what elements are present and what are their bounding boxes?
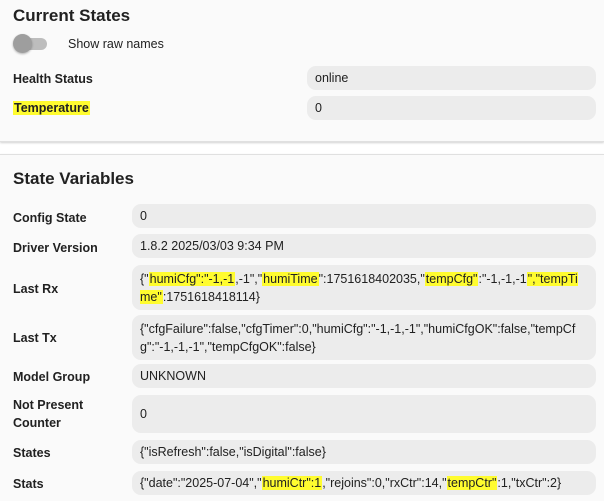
value-health-status: online [307,66,596,90]
row-label-last-tx: Last Tx [13,331,57,345]
value-not-present-counter: 0 [132,395,596,433]
highlight-mark: tempCtr" [446,476,498,490]
highlight-mark: tempCfg" [424,271,479,286]
row-label-last-rx: Last Rx [13,282,59,296]
state-variables-title: State Variables [13,169,134,188]
state-variables-card: State Variables Config State 0 Driver Ve… [0,154,604,501]
value-config-state: 0 [132,204,596,228]
value-temperature: 0 [307,96,596,120]
highlight-mark: humiCtr":1 [261,476,323,490]
row-label-stats: Stats [13,477,44,491]
row-label-temperature: Temperature [13,101,90,115]
row-label-not-present-counter: Not Present Counter [13,398,84,430]
stats-json: {"date":"2025-07-04","humiCtr":1,"rejoin… [140,476,562,490]
current-states-card: Current States Show raw names Health Sta… [0,0,604,142]
row-label-states: States [13,446,51,460]
value-last-tx: {"cfgFailure":false,"cfgTimer":0,"humiCf… [132,315,596,360]
row-label-health-status: Health Status [13,72,93,86]
last-rx-json: {"humiCfg":"-1,-1,-1","humiTime":1751618… [140,271,578,304]
current-states-title: Current States [13,6,131,25]
show-raw-names-label: Show raw names [68,37,164,51]
row-label-driver-version: Driver Version [13,241,98,255]
value-states: {"isRefresh":false,"isDigital":false} [132,440,596,464]
show-raw-names-toggle[interactable] [13,34,49,53]
value-last-rx: {"humiCfg":"-1,-1,-1","humiTime":1751618… [132,265,596,310]
value-model-group: UNKNOWN [132,364,596,388]
highlight-mark: humiCfg":"-1,-1 [148,271,236,286]
row-label-model-group: Model Group [13,370,91,384]
toggle-knob [13,34,32,53]
value-driver-version: 1.8.2 2025/03/03 9:34 PM [132,234,596,258]
value-stats: {"date":"2025-07-04","humiCtr":1,"rejoin… [132,471,596,495]
highlight-mark: humiTime [262,271,319,286]
row-label-config-state: Config State [13,211,87,225]
